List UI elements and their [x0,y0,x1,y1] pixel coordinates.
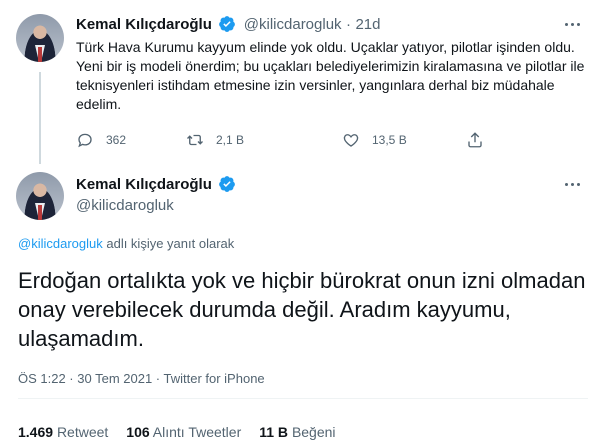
avatar[interactable] [16,14,64,62]
share-icon [468,132,482,148]
avatar[interactable] [16,172,64,220]
retweet-button[interactable]: 2,1 B [186,130,244,150]
quote-stat-count: 106 [126,424,150,440]
quote-stat[interactable]: 106 Alıntı Tweetler [126,424,241,440]
parent-tweet-text: Türk Hava Kurumu kayyum elinde yok oldu.… [76,39,585,112]
avatar-tie [38,47,42,62]
separator: · [346,16,351,33]
verified-badge-icon [219,16,236,32]
retweet-stat-label: Retweet [56,424,109,440]
reply-context: @kilicdarogluk adlı kişiye yanıt olarak [18,236,234,251]
divider [18,398,588,399]
more-options-icon[interactable] [558,174,586,194]
retweet-icon [187,134,203,146]
like-stat[interactable]: 11 B Beğeni [259,424,335,440]
like-button[interactable]: 13,5 B [342,130,407,150]
parent-tweet-header: Kemal Kılıçdaroğlu @kilicdarogluk · 21d [76,15,380,34]
author-name[interactable]: Kemal Kılıçdaroğlu [76,176,212,193]
reply-to-label: adlı kişiye yanıt olarak [106,236,235,251]
tweet-actions: 362 2,1 B 13,5 B [76,130,506,150]
author-name[interactable]: Kemal Kılıçdaroğlu [76,16,212,33]
thread-line [39,72,41,164]
author-handle[interactable]: @kilicdarogluk [244,16,342,33]
like-stat-count: 11 B [259,424,289,440]
reply-to-link[interactable]: @kilicdarogluk [18,236,103,251]
more-options-icon[interactable] [558,14,586,34]
main-tweet-text: Erdoğan ortalıkta yok ve hiçbir bürokrat… [18,268,586,351]
retweet-stat[interactable]: 1.469 Retweet [18,424,108,440]
avatar-tie [38,205,42,220]
tweet-stats: 1.469 Retweet 106 Alıntı Tweetler 11 B B… [18,424,336,440]
reply-count: 362 [106,133,127,147]
share-button[interactable] [466,130,484,150]
tweet-timestamp[interactable]: ÖS 1:22 · 30 Tem 2021 · Twitter for iPho… [18,371,265,386]
author-handle[interactable]: @kilicdarogluk [76,197,174,214]
retweet-count: 2,1 B [216,133,245,147]
verified-badge-icon [219,176,236,192]
heart-icon [343,134,359,147]
retweet-stat-count: 1.469 [18,424,54,440]
quote-stat-label: Alıntı Tweetler [152,424,242,440]
reply-button[interactable]: 362 [76,130,126,150]
reply-icon [78,133,92,148]
like-stat-label: Beğeni [291,424,336,440]
main-tweet-header: Kemal Kılıçdaroğlu [76,175,236,194]
tweet-time[interactable]: 21d [355,16,380,33]
like-count: 13,5 B [372,133,407,147]
